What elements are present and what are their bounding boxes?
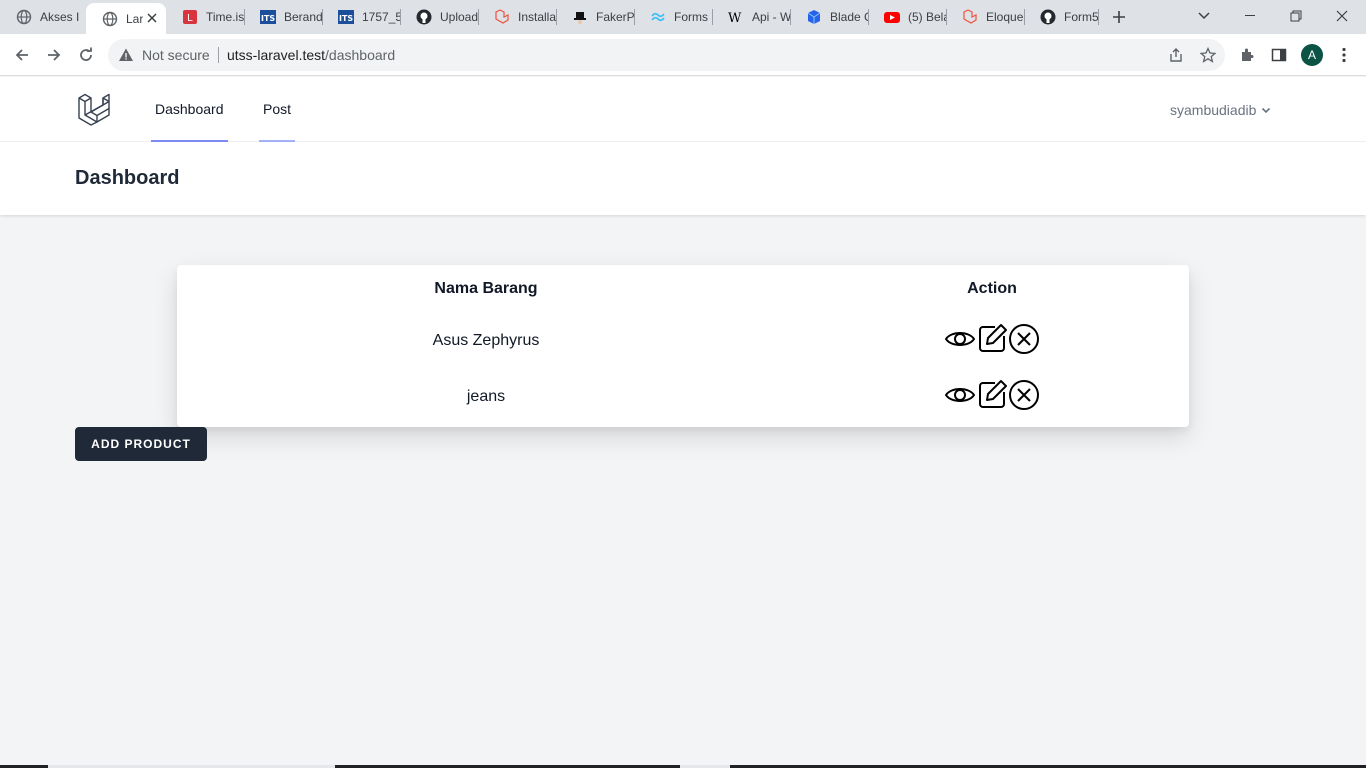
table-row: Asus Zephyrus <box>177 313 1189 369</box>
browser-tab[interactable]: Upload <box>400 0 478 34</box>
browser-tab[interactable]: Forms <box>634 0 712 34</box>
column-header-name: Nama Barang <box>434 280 538 297</box>
blade-icon <box>806 9 822 25</box>
view-icon[interactable] <box>944 323 976 355</box>
edit-icon[interactable] <box>976 323 1008 355</box>
table-row: jeans <box>177 369 1189 425</box>
minimize-button[interactable] <box>1227 0 1273 32</box>
delete-icon[interactable] <box>1008 323 1040 355</box>
action-cell <box>795 313 1189 369</box>
restore-button[interactable] <box>1273 0 1319 32</box>
its-icon: ITS <box>338 9 354 25</box>
svg-text:ITS: ITS <box>261 14 275 23</box>
products-table: Nama Barang Action Asus Zephyrus jeans <box>177 265 1189 425</box>
delete-icon[interactable] <box>1008 379 1040 411</box>
browser-tab[interactable]: Installa <box>478 0 556 34</box>
browser-tab-strip: Akses I Lar L Time.is ITS Berand ITS 175… <box>0 0 1366 34</box>
browser-tab[interactable]: ITS 1757_5 <box>322 0 400 34</box>
laravel-logo-icon[interactable] <box>77 92 111 126</box>
youtube-icon <box>884 9 900 25</box>
time-is-icon: L <box>182 9 198 25</box>
faker-icon <box>572 9 588 25</box>
profile-avatar[interactable]: A <box>1301 44 1323 66</box>
url-host: utss-laravel.test <box>227 47 326 63</box>
tab-search-button[interactable] <box>1181 0 1227 32</box>
product-name-cell: Asus Zephyrus <box>432 332 540 349</box>
tab-separator <box>1098 9 1099 25</box>
browser-tab[interactable]: (5) Bela <box>868 0 946 34</box>
page-header: Dashboard <box>0 142 1366 215</box>
nav-link-post[interactable]: Post <box>259 77 296 142</box>
view-icon[interactable] <box>944 379 976 411</box>
github-icon <box>416 9 432 25</box>
nav-link-dashboard[interactable]: Dashboard <box>151 77 228 142</box>
browser-tab[interactable]: Blade C <box>790 0 868 34</box>
svg-text:L: L <box>187 13 193 24</box>
action-cell <box>795 369 1189 425</box>
close-window-button[interactable] <box>1319 0 1365 32</box>
laravel-icon <box>962 9 978 25</box>
github-icon <box>1040 9 1056 25</box>
share-icon[interactable] <box>1167 46 1185 64</box>
address-bar[interactable]: Not secure utss-laravel.test/dashboard <box>108 39 1225 71</box>
edit-icon[interactable] <box>976 379 1008 411</box>
extensions-icon[interactable] <box>1237 45 1257 65</box>
add-product-button[interactable]: ADD PRODUCT <box>75 427 207 461</box>
browser-tab[interactable]: FakerPl <box>556 0 634 34</box>
laravel-icon <box>494 9 510 25</box>
its-icon: ITS <box>260 9 276 25</box>
menu-icon[interactable] <box>1334 45 1354 65</box>
wikipedia-icon: W <box>728 9 744 25</box>
page-title: Dashboard <box>75 167 180 189</box>
svg-text:W: W <box>728 11 742 25</box>
column-header-action: Action <box>967 280 1017 297</box>
globe-icon <box>16 9 32 25</box>
back-button[interactable] <box>8 41 36 69</box>
new-tab-button[interactable] <box>1107 5 1131 29</box>
forward-button[interactable] <box>40 41 68 69</box>
tailwind-icon <box>650 9 666 25</box>
url-text[interactable]: utss-laravel.test/dashboard <box>227 47 395 63</box>
table-header-row: Nama Barang Action <box>177 265 1189 313</box>
warning-icon[interactable] <box>118 47 134 63</box>
browser-tab[interactable]: Form5( <box>1024 0 1098 34</box>
address-separator <box>218 47 219 63</box>
product-name-cell: jeans <box>466 388 506 405</box>
user-name: syambudiadib <box>1170 101 1257 118</box>
url-path: /dashboard <box>325 47 396 63</box>
browser-tab[interactable]: Akses I <box>0 0 86 34</box>
user-menu-trigger[interactable]: syambudiadib <box>1170 77 1272 142</box>
globe-icon <box>102 11 118 27</box>
browser-tab[interactable]: ITS Berand <box>244 0 322 34</box>
reload-button[interactable] <box>72 41 100 69</box>
close-tab-icon[interactable] <box>144 10 160 26</box>
chevron-down-icon <box>1262 107 1271 113</box>
app-navbar: Dashboard Post syambudiadib <box>0 77 1366 142</box>
browser-tab[interactable]: L Time.is <box>166 0 244 34</box>
products-table-card: Nama Barang Action Asus Zephyrus jeans <box>177 265 1189 427</box>
browser-tab-active[interactable]: Lar <box>86 3 166 34</box>
svg-text:ITS: ITS <box>339 14 353 23</box>
side-panel-icon[interactable] <box>1269 45 1289 65</box>
browser-toolbar: Not secure utss-laravel.test/dashboard A <box>0 34 1366 76</box>
security-label[interactable]: Not secure <box>142 47 210 63</box>
bookmark-star-icon[interactable] <box>1199 46 1217 64</box>
browser-tab[interactable]: W Api - W <box>712 0 790 34</box>
browser-tab[interactable]: Eloque <box>946 0 1024 34</box>
